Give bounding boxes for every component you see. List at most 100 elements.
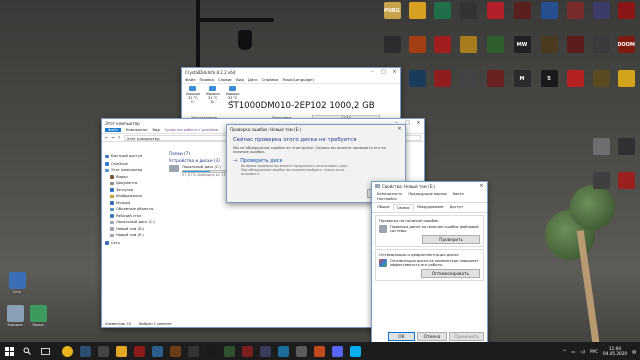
props-tab[interactable]: Общие (374, 204, 393, 211)
props-tab[interactable]: Настройка (374, 196, 400, 201)
desktop-shortcut[interactable] (615, 2, 637, 19)
game-taskbar-10-button[interactable] (292, 342, 310, 360)
input-language[interactable]: РУС (590, 349, 598, 354)
game-taskbar-8-button[interactable] (256, 342, 274, 360)
apply-button[interactable]: Применить (449, 332, 484, 341)
cdi-drive-1[interactable]: Хорошо 32 °C C: (186, 86, 200, 104)
nav-item[interactable]: Быстрый доступ (105, 153, 165, 160)
game-taskbar-2-button[interactable] (148, 342, 166, 360)
chrome-icon-button[interactable] (58, 342, 76, 360)
desktop-shortcut[interactable] (406, 2, 428, 19)
desktop-shortcut[interactable]: MW (511, 36, 533, 53)
close-icon[interactable]: × (413, 119, 424, 127)
props-tab[interactable]: Доступ (447, 204, 466, 211)
desktop-shortcut[interactable] (538, 2, 560, 19)
close-icon[interactable]: × (394, 125, 405, 133)
minimize-icon[interactable]: – (367, 68, 378, 76)
back-arrow-icon[interactable]: ← (105, 135, 108, 140)
desktop-shortcut[interactable] (484, 2, 506, 19)
game-taskbar-3-button[interactable] (166, 342, 184, 360)
ribbon-tab[interactable]: Компьютер (126, 128, 148, 132)
search-button[interactable] (18, 342, 36, 360)
notifications-icon[interactable]: ▤ (632, 349, 636, 354)
nav-item[interactable]: Новый том (E:) (105, 232, 165, 239)
desktop-shortcut[interactable] (457, 2, 479, 19)
desktop-shortcut[interactable] (564, 2, 586, 19)
game-taskbar-6-button[interactable] (220, 342, 238, 360)
game-taskbar-9-button[interactable] (274, 342, 292, 360)
desktop-shortcut[interactable] (484, 36, 506, 53)
props-titlebar[interactable]: Свойства: Новый том (E:) × (372, 182, 487, 190)
desktop-shortcut[interactable] (590, 138, 612, 155)
optimize-button[interactable]: Оптимизировать (420, 269, 480, 278)
desktop-shortcut[interactable] (615, 138, 637, 155)
desktop-shortcut[interactable]: DOOM (615, 36, 637, 53)
ribbon-tab[interactable]: Файл (105, 128, 121, 132)
shortcut-app[interactable]: Ярлык (27, 305, 49, 327)
skype-icon-button[interactable] (346, 342, 364, 360)
props-cancel-button[interactable]: Отмена (416, 332, 448, 341)
cdi-drive-2[interactable]: Хорошо 31 °C D: (206, 86, 220, 104)
cdi-menu-item[interactable]: Диск (248, 77, 258, 82)
props-tab[interactable]: Оборудование (414, 204, 447, 211)
game-taskbar-7-button[interactable] (238, 342, 256, 360)
desktop-shortcut[interactable] (615, 172, 637, 189)
tray-chevron-icon[interactable]: ^ (563, 349, 567, 354)
drive-properties-window[interactable]: Свойства: Новый том (E:) × Безопасность П… (371, 181, 488, 345)
desktop-shortcut[interactable] (431, 2, 453, 19)
desktop-shortcut[interactable] (457, 70, 479, 87)
check-now-button[interactable]: Проверить (422, 235, 480, 244)
game-taskbar-1-button[interactable] (130, 342, 148, 360)
desktop-shortcut[interactable] (615, 70, 637, 87)
desktop-shortcut[interactable]: PUBG (381, 2, 403, 19)
cdi-menu-item[interactable]: Справка (262, 77, 279, 82)
up-arrow-icon[interactable]: ↑ (117, 135, 120, 140)
props-tab[interactable]: Сервис (392, 204, 414, 211)
check-titlebar[interactable]: Проверка ошибок: Новый том (E:) × (227, 125, 405, 133)
cdi-menu-item[interactable]: Язык(Language) (282, 77, 314, 82)
discord-icon-button[interactable] (328, 342, 346, 360)
ok-button[interactable]: ОК (388, 332, 415, 341)
desktop-shortcut[interactable] (590, 2, 612, 19)
steam-icon-button[interactable] (76, 342, 94, 360)
close-icon[interactable]: × (476, 182, 487, 190)
game-taskbar-4-button[interactable] (184, 342, 202, 360)
start-button[interactable] (0, 342, 18, 360)
volume-icon[interactable]: ◁) (580, 349, 585, 354)
forward-arrow-icon[interactable]: → (111, 135, 114, 140)
task-view-button[interactable] (36, 342, 54, 360)
desktop-shortcut[interactable] (457, 36, 479, 53)
nav-item[interactable]: Сеть (105, 240, 165, 247)
cdi-menu-item[interactable]: Вид (236, 77, 244, 82)
maximize-icon[interactable]: □ (378, 68, 389, 76)
ribbon-context-tab[interactable]: Средства работы с дисками (165, 128, 218, 132)
props-tab[interactable]: Квота (450, 191, 467, 196)
desktop-shortcut[interactable] (431, 36, 453, 53)
desktop-shortcut[interactable]: 5 (538, 70, 560, 87)
desktop-shortcut[interactable] (590, 70, 612, 87)
desktop-shortcut[interactable] (564, 70, 586, 87)
desktop-shortcut[interactable] (590, 172, 612, 189)
cdi-menu-item[interactable]: Правка (200, 77, 214, 82)
cdi-menu-item[interactable]: Сервис (218, 77, 232, 82)
desktop-shortcut[interactable] (484, 70, 506, 87)
desktop-shortcut[interactable] (511, 2, 533, 19)
recycle-bin[interactable]: Корзина (4, 305, 26, 327)
props-tab[interactable]: Предыдущие версии (405, 191, 449, 196)
game-taskbar-11-button[interactable] (310, 342, 328, 360)
game-taskbar-5-button[interactable] (202, 342, 220, 360)
cdi-menu-item[interactable]: Файл (185, 77, 196, 82)
close-icon[interactable]: × (389, 68, 400, 76)
desktop-shortcut[interactable]: M (511, 70, 533, 87)
network-tray-icon[interactable]: ▭ (571, 349, 575, 354)
desktop-shortcut[interactable] (406, 36, 428, 53)
desktop-shortcut[interactable] (406, 70, 428, 87)
desktop-shortcut[interactable] (431, 70, 453, 87)
explorer-taskbar-icon-button[interactable] (112, 342, 130, 360)
clock[interactable]: 11:04 04.05.2020 (603, 346, 627, 356)
desktop-shortcut[interactable] (590, 36, 612, 53)
cdi-titlebar[interactable]: CrystalDiskInfo 8.2.2 x64 – □ × (182, 68, 400, 76)
ribbon-tab[interactable]: Вид (152, 128, 159, 132)
desktop-shortcut[interactable] (538, 36, 560, 53)
network-shortcut[interactable]: Сеть (6, 272, 28, 294)
